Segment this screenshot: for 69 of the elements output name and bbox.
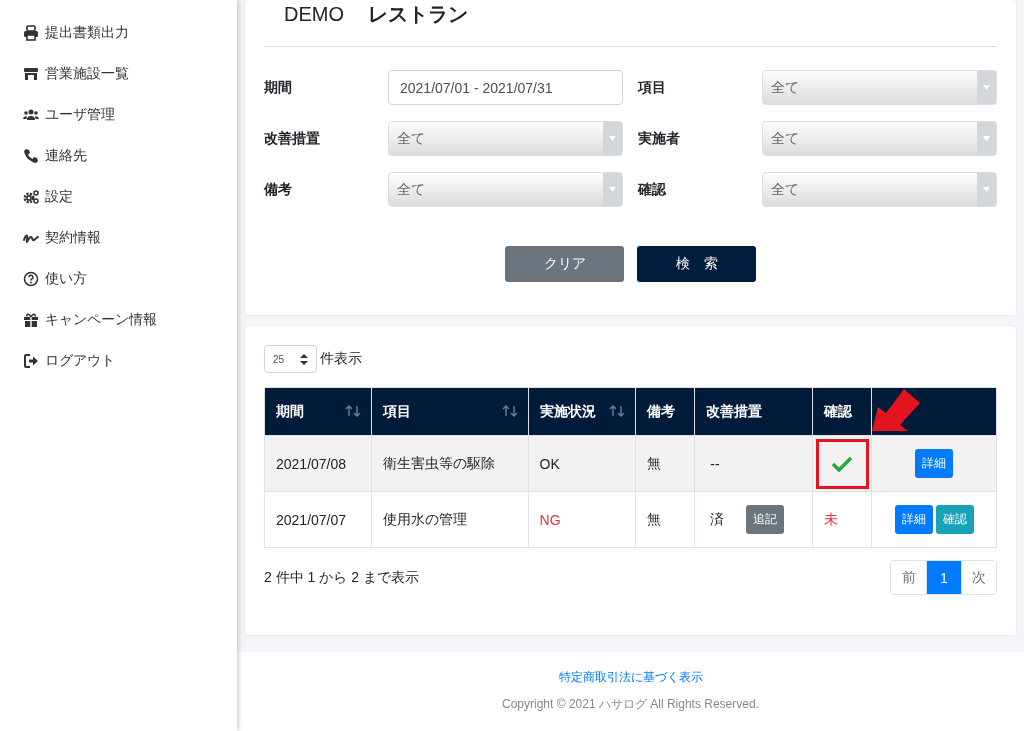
select-field[interactable]: 全て: [762, 121, 997, 156]
printer-icon: [23, 24, 39, 41]
filter-label: 実施者: [637, 129, 681, 148]
sidebar-item[interactable]: 使い方: [0, 258, 237, 299]
column-header[interactable]: 期間: [264, 387, 372, 436]
column-header: 備考: [635, 387, 695, 436]
sidebar-item[interactable]: ユーザ管理: [0, 94, 237, 135]
table-cell: 2021/07/08: [264, 435, 372, 492]
page-size-label: 件表示: [320, 350, 362, 368]
column-header: 確認: [812, 387, 872, 436]
question-icon: [23, 270, 39, 287]
table-cell: OK: [528, 435, 636, 492]
table-cell: 無: [635, 491, 695, 548]
sort-icon: [501, 405, 518, 417]
spinner-icon: [300, 353, 308, 365]
filter-label: 改善措置: [264, 129, 321, 148]
filter-label: 期間: [264, 78, 293, 97]
page-button[interactable]: 1: [926, 561, 961, 594]
gift-icon: [23, 311, 39, 328]
copyright: Copyright © 2021 ハサログ All Rights Reserved.: [502, 696, 759, 713]
column-header: 改善措置: [694, 387, 813, 436]
filter-label: 確認: [636, 180, 667, 199]
table-cell: 使用水の管理: [371, 491, 529, 548]
filter-label: 備考: [264, 180, 293, 199]
select-field[interactable]: 全て: [762, 70, 997, 105]
sidebar-item[interactable]: 連絡先: [0, 135, 237, 176]
search-button[interactable]: 検 索: [637, 246, 756, 282]
sidebar-item[interactable]: 設定: [0, 176, 237, 217]
select-field[interactable]: 全て: [388, 121, 623, 156]
gear-icon: [23, 188, 39, 205]
append-button[interactable]: 追記: [746, 505, 785, 534]
table-cell: NG: [528, 491, 636, 548]
select-field[interactable]: 全て: [762, 172, 997, 207]
check-icon: [832, 455, 853, 472]
caret-icon: [609, 136, 616, 141]
sort-icon: [609, 405, 626, 417]
sidebar-item[interactable]: 提出書類出力: [0, 12, 237, 53]
phone-icon: [23, 147, 39, 164]
measure-text: 済: [710, 510, 725, 529]
sidebar-item[interactable]: キャンペーン情報: [0, 299, 237, 340]
column-header[interactable]: 項目: [371, 387, 529, 436]
measure-text: --: [710, 455, 720, 472]
select-field[interactable]: 全て: [388, 172, 623, 207]
sidebar-item[interactable]: 契約情報: [0, 217, 237, 258]
caret-icon: [609, 187, 616, 192]
store-code: DEMO: [284, 2, 344, 27]
sidebar-item[interactable]: ログアウト: [0, 340, 237, 381]
legal-link[interactable]: 特定商取引法に基づく表示: [558, 669, 703, 686]
sidebar-item[interactable]: 営業施設一覧: [0, 53, 237, 94]
detail-button[interactable]: 詳細: [915, 449, 954, 478]
detail-button[interactable]: 詳細: [894, 505, 933, 534]
table-cell: 衛生害虫等の駆除: [371, 435, 529, 492]
caret-icon: [983, 187, 990, 192]
column-header[interactable]: 実施状況: [528, 387, 636, 436]
page-button[interactable]: 次: [961, 561, 996, 594]
table-cell: 無: [635, 435, 695, 492]
unconfirmed-text: 未: [824, 510, 839, 527]
store-name: レストラン: [368, 2, 468, 27]
sort-icon: [344, 405, 361, 417]
caret-icon: [983, 136, 990, 141]
page-size-select[interactable]: 25: [264, 345, 317, 373]
table-cell: 2021/07/07: [264, 491, 372, 548]
filter-label: 項目: [636, 78, 667, 97]
table-info: 2 件中 1 から 2 まで表示: [264, 568, 419, 587]
clear-button[interactable]: クリア: [505, 246, 624, 282]
caret-icon: [983, 85, 990, 90]
date-range-field[interactable]: 2021/07/01 - 2021/07/31: [388, 70, 623, 105]
logout-icon: [23, 352, 39, 369]
store-icon: [23, 65, 39, 82]
